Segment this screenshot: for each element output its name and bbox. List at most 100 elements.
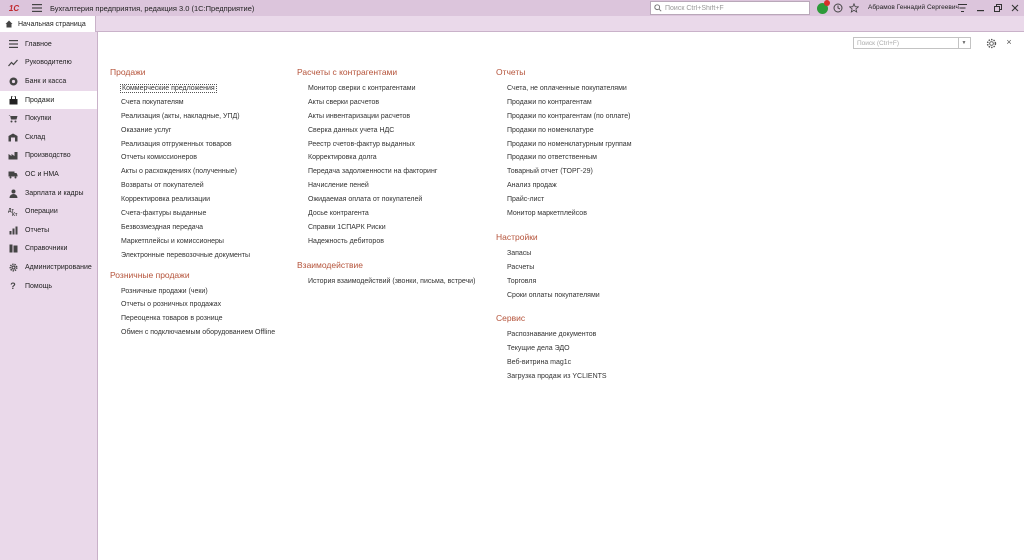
nav-link-label: Счета, не оплаченные покупателями	[507, 85, 627, 92]
nav-link[interactable]: Ожидаемая оплата от покупателей	[297, 193, 475, 207]
sidebar-item[interactable]: Продажи	[0, 90, 97, 110]
sidebar-item[interactable]: Производство	[0, 147, 97, 166]
nav-link[interactable]: Акты инвентаризации расчетов	[297, 110, 475, 124]
nav-link[interactable]: Отчеты о розничных продажах	[110, 298, 275, 312]
nav-link[interactable]: Обмен с подключаемым оборудованием Offli…	[110, 326, 275, 340]
nav-link[interactable]: История взаимодействий (звонки, письма, …	[297, 275, 475, 289]
factory-icon	[8, 151, 18, 161]
nav-link[interactable]: Безвозмездная передача	[110, 221, 275, 235]
sidebar-item[interactable]: Администрирование	[0, 258, 97, 277]
search-dropdown-icon[interactable]: ▼	[958, 38, 969, 48]
section: Розничные продажи Розничные продажи (чеки…	[110, 269, 275, 341]
nav-link[interactable]: Реализация отгруженных товаров	[110, 138, 275, 152]
notifications-icon[interactable]	[814, 0, 830, 16]
nav-link-label: Монитор маркетплейсов	[507, 210, 587, 218]
nav-link[interactable]: Текущие дела ЭДО	[496, 342, 632, 356]
global-search[interactable]	[650, 1, 810, 15]
global-search-input[interactable]	[665, 4, 805, 12]
nav-link[interactable]: Продажи по контрагентам	[496, 96, 632, 110]
close-icon[interactable]: ×	[1003, 36, 1015, 48]
section-title[interactable]: Продажи	[110, 66, 275, 78]
nav-link[interactable]: Продажи по контрагентам (по оплате)	[496, 110, 632, 124]
window-close-icon[interactable]	[1008, 0, 1022, 16]
sidebar-item[interactable]: Отчеты	[0, 221, 97, 240]
nav-link[interactable]: Электронные перевозочные документы	[110, 249, 275, 263]
sidebar-item-label: Руководителю	[25, 59, 72, 67]
sidebar-item[interactable]: Справочники	[0, 240, 97, 259]
nav-link[interactable]: Монитор маркетплейсов	[496, 207, 632, 221]
sidebar-item-label: Отчеты	[25, 226, 50, 234]
sidebar-item[interactable]: ? Помощь	[0, 277, 97, 296]
restore-icon[interactable]	[991, 0, 1005, 16]
nav-link[interactable]: Товарный отчет (ТОРГ-29)	[496, 165, 632, 179]
nav-link[interactable]: Веб-витрина mag1c	[496, 356, 632, 370]
settings-menu-icon[interactable]	[955, 0, 969, 16]
current-user[interactable]: Абрамов Геннадий Сергеевич	[868, 0, 959, 16]
nav-link[interactable]: Сверка данных учета НДС	[297, 124, 475, 138]
favorites-icon[interactable]	[846, 0, 862, 16]
section-title[interactable]: Расчеты с контрагентами	[297, 66, 475, 78]
nav-link[interactable]: Коммерческие предложения	[110, 82, 275, 96]
nav-link[interactable]: Продажи по номенклатуре	[496, 124, 632, 138]
nav-link[interactable]: Оказание услуг	[110, 124, 275, 138]
nav-link[interactable]: Счета покупателям	[110, 96, 275, 110]
nav-link[interactable]: Передача задолженности на факторинг	[297, 165, 475, 179]
nav-link[interactable]: Начисление пеней	[297, 179, 475, 193]
section-title[interactable]: Настройки	[496, 231, 632, 243]
nav-link[interactable]: Счета-фактуры выданные	[110, 207, 275, 221]
section-title[interactable]: Сервис	[496, 312, 632, 324]
sidebar-item[interactable]: Покупки	[0, 109, 97, 128]
section-title[interactable]: Розничные продажи	[110, 269, 275, 281]
nav-link[interactable]: Корректировка реализации	[110, 193, 275, 207]
nav-link[interactable]: Продажи по номенклатурным группам	[496, 138, 632, 152]
nav-link[interactable]: Переоценка товаров в рознице	[110, 312, 275, 326]
nav-link[interactable]: Продажи по ответственным	[496, 151, 632, 165]
nav-link[interactable]: Счета, не оплаченные покупателями	[496, 82, 632, 96]
nav-link-label: Распознавание документов	[507, 331, 597, 339]
sidebar-item[interactable]: Главное	[0, 35, 97, 54]
nav-link[interactable]: Реализация (акты, накладные, УПД)	[110, 110, 275, 124]
sidebar-item[interactable]: ОС и НМА	[0, 165, 97, 184]
nav-link[interactable]: Загрузка продаж из YCLIENTS	[496, 370, 632, 384]
sidebar-item[interactable]: Склад	[0, 128, 97, 147]
nav-link[interactable]: Справки 1СПАРК Риски	[297, 221, 475, 235]
nav-link-label: Переоценка товаров в рознице	[121, 315, 223, 323]
nav-link[interactable]: Монитор сверки с контрагентами	[297, 82, 475, 96]
nav-link[interactable]: Расчеты	[496, 261, 632, 275]
nav-link[interactable]: Возвраты от покупателей	[110, 179, 275, 193]
gear-icon[interactable]	[985, 37, 997, 49]
nav-link[interactable]: Надежность дебиторов	[297, 235, 475, 249]
nav-link[interactable]: Досье контрагента	[297, 207, 475, 221]
section-title[interactable]: Взаимодействие	[297, 259, 475, 271]
nav-link[interactable]: Анализ продаж	[496, 179, 632, 193]
sidebar-item[interactable]: Банк и касса	[0, 72, 97, 91]
nav-link-label: Прайс-лист	[507, 196, 545, 204]
history-icon[interactable]	[830, 0, 846, 16]
nav-link[interactable]: Маркетплейсы и комиссионеры	[110, 235, 275, 249]
sidebar-item-label: Помощь	[25, 282, 53, 290]
main-menu-icon[interactable]	[30, 2, 44, 14]
nav-link[interactable]: Сроки оплаты покупателями	[496, 289, 632, 303]
nav-link-label: Начисление пеней	[308, 182, 369, 190]
nav-link[interactable]: Корректировка долга	[297, 151, 475, 165]
nav-link[interactable]: Розничные продажи (чеки)	[110, 285, 275, 299]
nav-link-label: Корректировка долга	[308, 154, 377, 162]
section-column: Продажи Коммерческие предложения Счета пок…	[110, 66, 275, 346]
section-search[interactable]: ▼	[853, 37, 971, 49]
sidebar-item[interactable]: Руководителю	[0, 54, 97, 73]
nav-link[interactable]: Отчеты комиссионеров	[110, 151, 275, 165]
menu-icon	[8, 39, 18, 49]
section-search-input[interactable]	[854, 39, 958, 47]
nav-link[interactable]: Акты о расхождениях (полученные)	[110, 165, 275, 179]
nav-link[interactable]: Запасы	[496, 247, 632, 261]
sidebar-item[interactable]: Дт Кт Операции	[0, 202, 97, 221]
sidebar-item[interactable]: Зарплата и кадры	[0, 184, 97, 203]
nav-link[interactable]: Торговля	[496, 275, 632, 289]
nav-link[interactable]: Распознавание документов	[496, 328, 632, 342]
section-title[interactable]: Отчеты	[496, 66, 632, 78]
nav-link[interactable]: Реестр счетов-фактур выданных	[297, 138, 475, 152]
tab-home[interactable]: Начальная страница	[0, 16, 96, 32]
nav-link[interactable]: Акты сверки расчетов	[297, 96, 475, 110]
nav-link[interactable]: Прайс-лист	[496, 193, 632, 207]
minimize-icon[interactable]	[974, 0, 988, 16]
